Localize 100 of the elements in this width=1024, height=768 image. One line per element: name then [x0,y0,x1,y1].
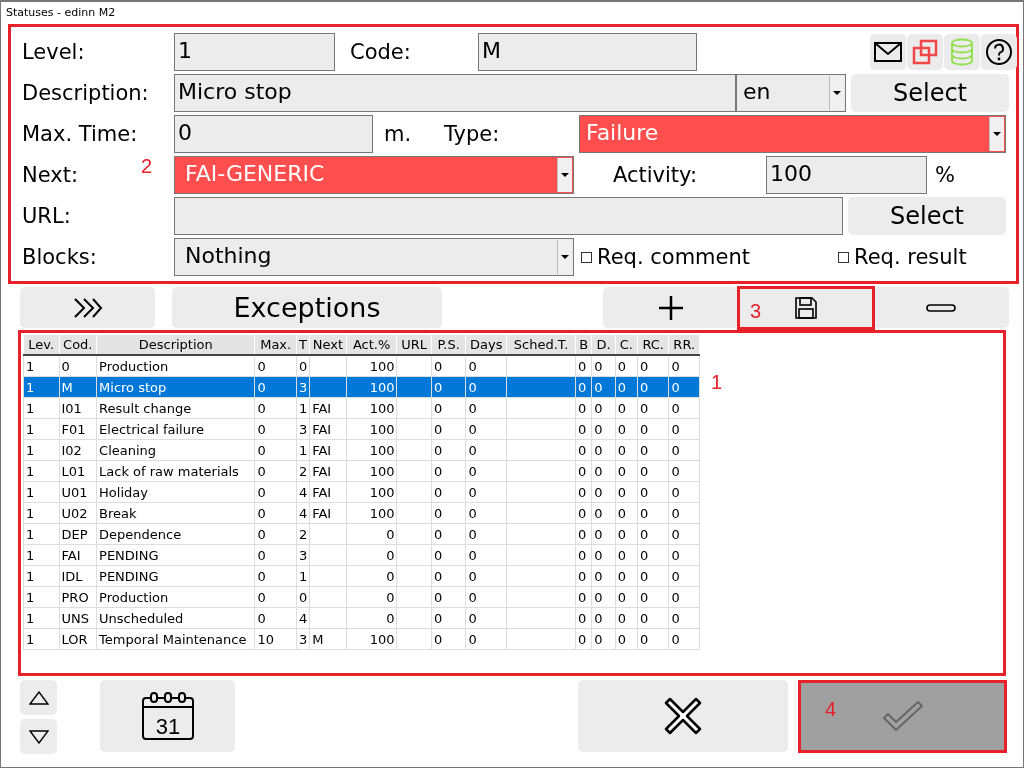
table-cell: 10 [257,631,274,647]
table-cell: PENDING [99,547,159,563]
table-cell: 0 [671,589,680,605]
table-row[interactable]: 1 UNS Unscheduled 0 4 0 0 0 0 0 0 0 0 [23,607,700,629]
column-header[interactable]: D. [591,334,616,355]
table-cell: PENDING [99,568,159,584]
table-cell: 1 [26,610,35,626]
column-header[interactable]: Next [309,334,347,355]
column-header[interactable]: P.S. [431,334,466,355]
forward-button[interactable] [20,287,155,328]
add-button[interactable] [603,287,738,328]
table-cell: 100 [369,400,395,416]
table-cell: 0 [640,463,649,479]
table-cell: 100 [369,631,395,647]
table-row[interactable]: 1 FAI PENDING 0 3 0 0 0 0 0 0 0 0 [23,544,700,566]
help-icon[interactable] [981,34,1017,70]
table-cell: 0 [617,526,626,542]
checkbox-label: Req. result [854,245,967,269]
table-row[interactable]: 1 IDL PENDING 0 1 0 0 0 0 0 0 0 0 [23,565,700,587]
table-cell: 4 [299,505,308,521]
column-header[interactable]: Cod. [59,334,97,355]
table-cell: 0 [433,400,443,416]
table-cell: 0 [578,589,587,605]
table-cell: 0 [594,463,603,479]
column-header[interactable]: Description [96,334,255,355]
table-cell: Micro stop [99,379,167,395]
table-cell: 0 [578,526,587,542]
table-cell: 0 [640,547,649,563]
checkbox[interactable] [581,251,592,263]
table-row[interactable]: 1 0 Production 0 0 100 0 0 0 0 0 0 0 [23,355,700,377]
input-field[interactable]: 100 [766,156,927,194]
column-header[interactable]: RR. [668,334,700,355]
table-row[interactable]: 1 LOR Temporal Maintenance 10 3 M 100 0 0 0 0 0 0 0 [23,628,700,650]
column-header[interactable]: Days [465,334,507,355]
table-cell: Electrical failure [99,421,204,437]
down-triangle-icon [28,729,49,744]
table-row[interactable]: 1 I02 Cleaning 0 1 FAI 100 0 0 0 0 0 0 0 [23,439,700,461]
column-header[interactable]: Sched.T. [506,334,576,355]
move-up-button[interactable] [20,680,57,715]
table-row[interactable]: 1 L01 Lack of raw materials 0 2 FAI 100 0 0 0 0 0 0 0 [23,460,700,482]
table-cell: 0 [386,526,395,542]
column-header[interactable]: Lev. [23,334,59,355]
table-cell: 1 [26,547,35,563]
table-row[interactable]: 1 U01 Holiday 0 4 FAI 100 0 0 0 0 0 0 0 [23,481,700,503]
table-cell: 0 [640,400,649,416]
table-cell: 0 [468,505,477,521]
table-cell: 0 [468,463,477,479]
table-cell: 0 [468,589,477,605]
column-header[interactable]: Max. [254,334,297,355]
table-cell: 0 [671,568,680,584]
table-cell: 1 [26,589,35,605]
table-cell: IDL [61,568,83,584]
column-header[interactable]: C. [615,334,638,355]
table-cell: 0 [617,484,626,500]
table-cell: 1 [299,442,308,458]
table-cell: 0 [640,631,649,647]
table-cell: Result change [99,400,192,416]
table-row[interactable]: 1 DEP Dependence 0 2 0 0 0 0 0 0 0 0 [23,523,700,545]
remove-button[interactable] [873,287,1009,328]
table-row[interactable]: 1 PRO Production 0 0 0 0 0 0 0 0 0 0 [23,586,700,608]
table-cell: 0 [257,547,266,563]
table-cell: Cleaning [99,442,157,458]
input-field[interactable]: 1 [174,33,335,71]
table-row[interactable]: 1 I01 Result change 0 1 FAI 100 0 0 0 0 0 0 0 [23,397,700,419]
column-header[interactable]: RC. [637,334,669,355]
table-cell: 100 [369,463,395,479]
mail-icon[interactable] [870,34,906,70]
input-field[interactable] [174,197,843,235]
table-cell: 1 [26,400,35,416]
cancel-button[interactable] [578,680,788,752]
dropdown-arrow-icon [833,91,841,95]
table-cell: 0 [257,526,266,542]
table-cell: 0 [640,421,649,437]
move-down-button[interactable] [20,719,57,754]
table-row[interactable]: 1 M Micro stop 0 3 100 0 0 0 0 0 0 0 [23,376,700,398]
blocks-dropdown[interactable]: Nothing [174,238,574,276]
column-header[interactable]: Act.% [346,334,397,355]
table-cell: 3 [299,379,308,395]
table-cell: 100 [369,421,395,437]
select-button[interactable]: Select [848,197,1006,235]
input-field[interactable]: Micro stop [174,74,736,112]
input-field[interactable]: M [478,33,697,71]
exceptions-button[interactable]: Exceptions [172,287,442,328]
calendar-button[interactable]: 31 [100,680,235,752]
table-cell: 0 [578,463,587,479]
checkbox[interactable] [838,251,850,263]
table-cell: 0 [299,358,308,374]
select-button[interactable]: Select [851,74,1009,112]
table-row[interactable]: 1 U02 Break 0 4 FAI 100 0 0 0 0 0 0 0 [23,502,700,524]
table-cell: 1 [26,442,35,458]
dropdown-arrow-icon [561,173,569,177]
table-cell: 0 [257,484,266,500]
table-cell: 1 [26,526,35,542]
table-cell: 0 [671,442,680,458]
table-row[interactable]: 1 F01 Electrical failure 0 3 FAI 100 0 0 0 0 0 0 0 [23,418,700,440]
language-dropdown[interactable]: en [736,74,846,112]
input-field[interactable]: 0 [174,115,373,153]
table-cell: 0 [617,610,626,626]
column-header[interactable]: URL [396,334,432,355]
table-cell: 0 [468,421,477,437]
